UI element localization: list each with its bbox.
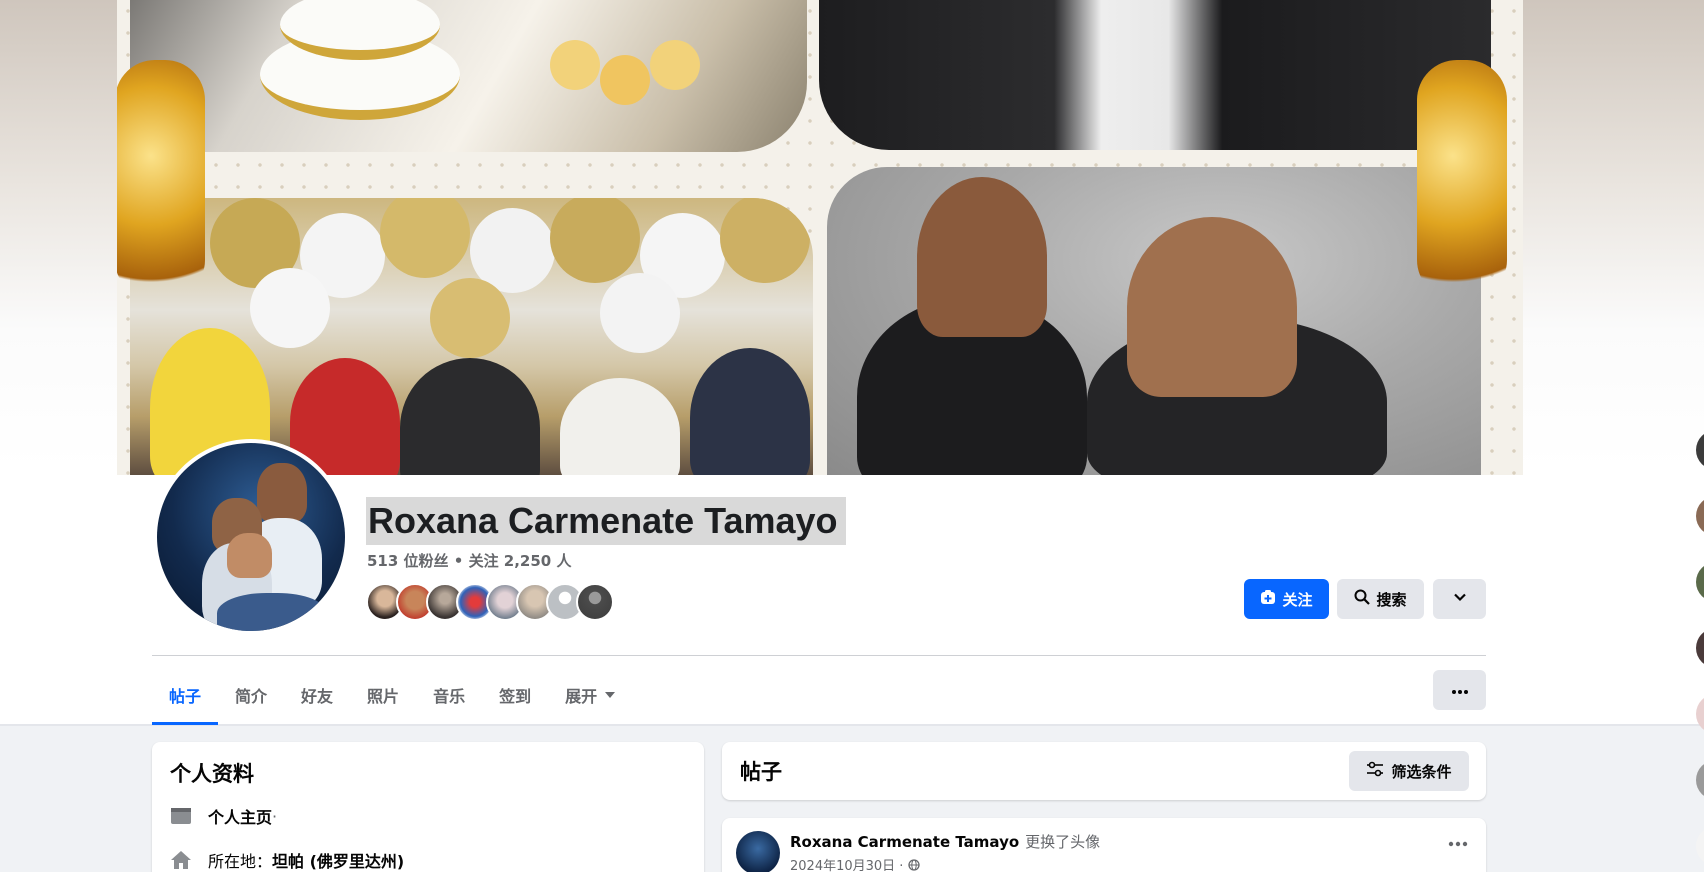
intro-page-suffix: · [272,806,278,826]
post-timestamp[interactable]: 2024年10月30日 · [790,855,920,872]
tab-friends[interactable]: 好友 [284,666,350,724]
add-user-icon [1260,589,1276,609]
tab-label: 签到 [499,687,532,706]
profile-tabs: 帖子 简介 好友 照片 音乐 签到 展开 [152,666,632,725]
profile-picture[interactable] [153,439,349,635]
search-label: 搜索 [1376,590,1407,609]
filter-button[interactable]: 筛选条件 [1349,751,1469,791]
more-horizontal-icon [1448,828,1468,852]
tab-label: 简介 [235,687,268,706]
intro-location-prefix: 所在地： [208,852,273,871]
search-button[interactable]: 搜索 [1337,579,1424,619]
tab-about[interactable]: 简介 [218,666,284,724]
filter-label: 筛选条件 [1391,762,1452,781]
cover-collage-cake [130,0,807,152]
intro-location-value[interactable]: 坦帕 (佛罗里达州) [272,848,404,872]
cover-collage-family [130,198,813,475]
post-options-button[interactable] [1448,828,1468,852]
tab-photos[interactable]: 照片 [350,666,416,724]
globe-icon [907,859,920,872]
tab-label: 音乐 [433,687,466,706]
intro-page-row: 个人主页 · [170,804,277,828]
post-author-name[interactable]: Roxana Carmenate Tamayo [790,833,1019,851]
header-divider-line [152,655,1486,656]
tab-label: 照片 [367,687,400,706]
post-card: Roxana Carmenate Tamayo 更换了头像 2024年10月30日… [722,818,1486,872]
tab-more[interactable]: 展开 [548,666,632,724]
follow-button[interactable]: 关注 [1244,579,1329,619]
follower-avatars[interactable] [366,583,614,621]
tabs-more-options-button[interactable] [1433,670,1486,710]
intro-card: 个人资料 个人主页 · 所在地： 坦帕 (佛罗里达州) [152,742,704,872]
gold-ornament-left [117,60,205,300]
tab-check-ins[interactable]: 签到 [482,666,548,724]
intro-title: 个人资料 [170,762,254,786]
contact-avatar[interactable] [1696,760,1704,800]
tab-music[interactable]: 音乐 [416,666,482,724]
chevron-down-icon [1453,590,1467,608]
contact-avatar[interactable] [1696,826,1704,866]
intro-page-label: 个人主页 [208,808,273,827]
home-icon [170,850,192,870]
cover-collage-couple-top [819,0,1491,150]
tab-label: 展开 [565,687,598,706]
posts-header-card: 帖子 筛选条件 [722,742,1486,800]
cover-photo[interactable] [117,0,1523,475]
sliders-icon [1366,761,1384,781]
profile-more-button[interactable] [1433,579,1486,619]
follower-avatar[interactable] [576,583,614,621]
more-horizontal-icon [1451,681,1469,699]
post-author-avatar[interactable] [736,831,780,872]
search-icon [1354,589,1371,609]
post-date-text: 2024年10月30日 · [790,859,904,872]
header-divider [0,724,1704,726]
caret-down-icon [605,692,616,698]
follow-label: 关注 [1282,590,1313,609]
posts-title: 帖子 [740,760,782,784]
post-header: Roxana Carmenate Tamayo 更换了头像 [790,831,1100,852]
tab-label: 帖子 [169,687,202,706]
tab-posts[interactable]: 帖子 [152,666,219,725]
avatar [157,443,345,631]
profile-name: Roxana Carmenate Tamayo [366,497,846,545]
tab-label: 好友 [301,687,334,706]
follower-stats[interactable]: 513 位粉丝 • 关注 2,250 人 [367,550,571,571]
gold-ornament-right [1417,60,1507,300]
intro-location-row: 所在地： 坦帕 (佛罗里达州) [170,848,404,872]
flag-icon [170,806,192,826]
cover-collage-mother-son [827,167,1481,475]
post-action-text: 更换了头像 [1025,833,1101,851]
